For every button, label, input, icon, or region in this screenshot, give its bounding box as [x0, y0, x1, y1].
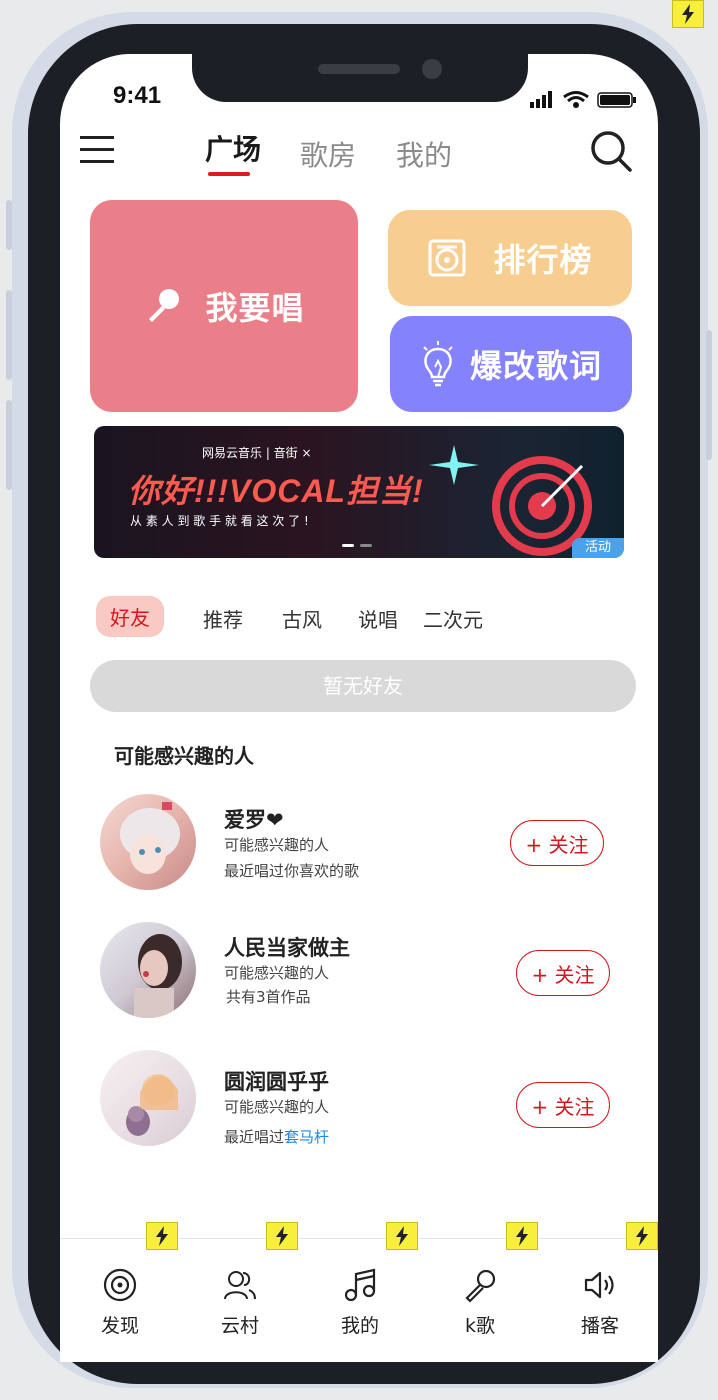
front-camera	[422, 59, 442, 79]
bolt-icon	[626, 1222, 658, 1250]
search-button[interactable]	[590, 130, 632, 176]
person-name[interactable]: 爱罗❤	[224, 804, 284, 834]
search-icon	[591, 131, 632, 172]
notch	[192, 54, 528, 102]
bolt-icon	[386, 1222, 418, 1250]
nav-mine[interactable]: 我的	[300, 1239, 420, 1338]
speaker-icon	[584, 1271, 614, 1299]
avatar-illustration	[120, 802, 180, 874]
mute-switch	[6, 200, 12, 250]
person-detail: 共有3首作品	[226, 988, 311, 1006]
person-reason: 可能感兴趣的人	[224, 1098, 330, 1116]
banner-headline: 你好!!!VOCAL担当!	[128, 473, 424, 509]
ranking-label: 排行榜	[493, 241, 593, 279]
banner-subtitle: 从 素 人 到 歌 手 就 看 这 次 了 !	[130, 514, 309, 528]
avatar[interactable]	[100, 1050, 196, 1146]
app-screen: 9:41 广场 歌房 我的 我要唱 排行榜 爆改歌词 网易云音乐 | 音街 × …	[60, 54, 658, 1362]
lightbulb-icon	[423, 341, 453, 387]
bolt-icon	[672, 0, 704, 28]
microphone-icon	[465, 1269, 496, 1303]
avatar-photo	[134, 934, 182, 1018]
nav-podcast[interactable]: 播客	[540, 1239, 658, 1338]
bottom-nav: 发现 云村 我的 k歌 播客	[60, 1238, 658, 1362]
hamburger-menu-icon	[80, 136, 114, 163]
lyrics-tile[interactable]: 爆改歌词	[390, 316, 632, 412]
category-recommend[interactable]: 推荐	[203, 604, 243, 633]
signal-wifi-battery-icon	[530, 91, 636, 108]
nav-label: 发现	[100, 1315, 139, 1337]
person-detail-prefix: 最近唱过	[224, 1128, 285, 1146]
nav-label: k歌	[464, 1315, 495, 1337]
speaker-grille	[318, 64, 400, 74]
follow-button[interactable]: + 关注	[516, 950, 610, 996]
sing-tile[interactable]: 我要唱	[90, 200, 358, 412]
bolt-icon	[266, 1222, 298, 1250]
person-name[interactable]: 圆润圆乎乎	[224, 1066, 329, 1096]
person-detail: 最近唱过你喜欢的歌	[224, 862, 360, 880]
avatar[interactable]	[100, 794, 196, 890]
nav-karaoke[interactable]: k歌	[420, 1239, 540, 1338]
tab-song-room[interactable]: 歌房	[300, 134, 356, 174]
empty-friends-bar: 暂无好友	[90, 660, 636, 712]
avatar-illustration	[126, 1074, 178, 1136]
carousel-dot-active	[342, 544, 354, 547]
ranking-tile[interactable]: 排行榜	[388, 210, 632, 306]
person-detail: 最近唱过套马杆	[224, 1126, 329, 1147]
nav-discover[interactable]: 发现	[60, 1239, 180, 1338]
status-icons	[530, 90, 638, 114]
avatar[interactable]	[100, 922, 196, 1018]
people-icon	[224, 1271, 256, 1300]
tab-plaza[interactable]: 广场	[205, 128, 261, 168]
nav-label: 播客	[580, 1315, 619, 1337]
banner-brand: 网易云音乐 | 音街 ×	[202, 446, 312, 460]
record-player-icon	[428, 239, 466, 277]
person-reason: 可能感兴趣的人	[224, 836, 330, 854]
sing-label: 我要唱	[205, 289, 305, 327]
person-reason: 可能感兴趣的人	[224, 964, 330, 982]
power-button	[706, 330, 712, 460]
category-acg[interactable]: 二次元	[423, 604, 483, 633]
menu-button[interactable]	[80, 134, 114, 168]
category-rap[interactable]: 说唱	[358, 604, 398, 633]
disc-icon	[103, 1268, 137, 1302]
song-link[interactable]: 套马杆	[284, 1128, 329, 1146]
nav-cloud-village[interactable]: 云村	[180, 1239, 300, 1338]
banner-tag: 活动	[572, 538, 624, 558]
category-ancient[interactable]: 古风	[282, 604, 322, 633]
volume-up-button	[6, 290, 12, 380]
nav-label: 云村	[220, 1315, 259, 1337]
bolt-icon	[146, 1222, 178, 1250]
carousel-dot	[360, 544, 372, 547]
volume-down-button	[6, 400, 12, 490]
nav-label: 我的	[340, 1315, 379, 1337]
promo-banner[interactable]: 网易云音乐 | 音街 × 你好!!!VOCAL担当! 从 素 人 到 歌 手 就…	[94, 426, 624, 558]
status-time: 9:41	[113, 82, 162, 109]
sparkle-icon	[429, 445, 479, 485]
microphone-icon	[149, 289, 180, 322]
person-name[interactable]: 人民当家做主	[224, 932, 350, 962]
follow-button[interactable]: + 关注	[510, 820, 604, 866]
category-friends[interactable]: 好友	[96, 596, 164, 637]
music-note-icon	[344, 1268, 376, 1302]
tab-mine[interactable]: 我的	[396, 134, 452, 174]
active-tab-indicator	[208, 172, 250, 176]
follow-button[interactable]: + 关注	[516, 1082, 610, 1128]
section-title: 可能感兴趣的人	[114, 744, 254, 768]
bolt-icon	[506, 1222, 538, 1250]
lyrics-label: 爆改歌词	[469, 347, 602, 385]
